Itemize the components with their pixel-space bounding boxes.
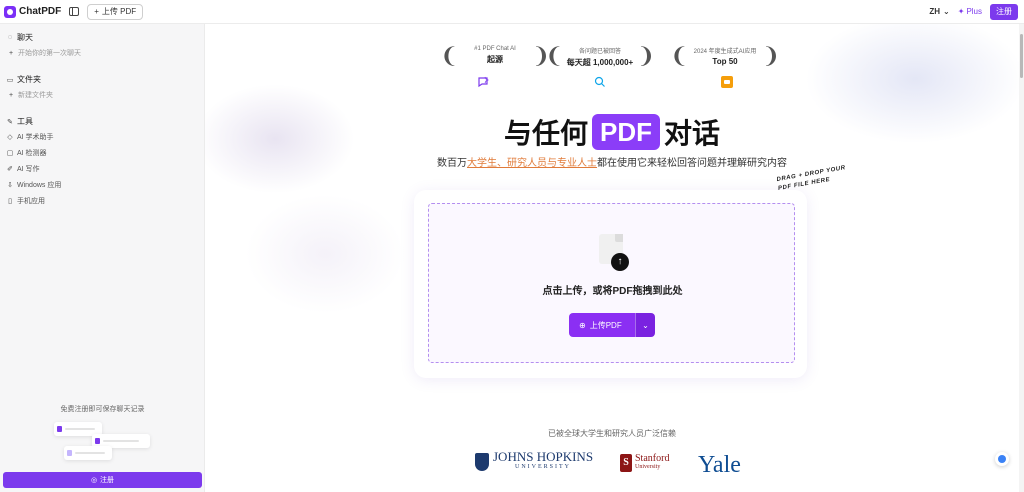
- sidebar-item-ai-detector[interactable]: ▢ AI 检测器: [6, 148, 47, 158]
- pdf-drop-zone[interactable]: ↑ 点击上传，或将PDF拖拽到此处 ⊕ 上传PDF ⌄: [428, 203, 795, 363]
- laurel-right-icon: ❩: [636, 43, 655, 68]
- sidebar-item-mobile-app[interactable]: ▯ 手机应用: [6, 196, 45, 206]
- wrench-icon: ✎: [7, 118, 13, 126]
- detector-icon: ▢: [6, 150, 14, 157]
- stanford-mark-icon: S: [620, 454, 632, 472]
- chat-history-illustration: [54, 422, 154, 462]
- upload-pdf-button[interactable]: + 上传 PDF: [87, 3, 144, 20]
- stanford-logo: S Stanford University: [620, 454, 669, 472]
- language-selector[interactable]: ZH ⌄: [929, 7, 949, 16]
- upload-options-dropdown[interactable]: ⌄: [635, 313, 655, 337]
- yale-logo: Yale: [698, 452, 741, 478]
- laurel-left-icon: ❨: [440, 43, 459, 68]
- top-bar: ChatPDF + 上传 PDF ZH ⌄ ✦ Plus 注册: [0, 0, 1024, 24]
- pen-icon: ✐: [7, 166, 13, 173]
- upload-arrow-icon: ↑: [611, 253, 629, 271]
- folder-icon: ▭: [6, 76, 14, 84]
- sidebar-item-label: AI 学术助手: [17, 134, 54, 141]
- new-chat-item[interactable]: + 开始你的第一次聊天: [7, 48, 81, 58]
- tools-title: 工具: [17, 117, 33, 126]
- page-title: 与任何 PDF 对话: [205, 112, 1019, 152]
- language-label: ZH: [929, 7, 941, 16]
- user-icon: ◎: [90, 477, 98, 484]
- sidebar: ◌ 聊天 + 开始你的第一次聊天 ▭ 文件夹 + 新建文件夹 ✎ 工具 ◇ AI…: [0, 24, 205, 492]
- johns-hopkins-logo: JOHNS HOPKINS UNIVERSITY: [475, 449, 594, 472]
- sidebar-item-label: 手机应用: [17, 198, 45, 205]
- subtitle-highlight-link[interactable]: 大学生、研究人员与专业人士: [467, 158, 597, 169]
- drop-zone-text: 点击上传，或将PDF拖拽到此处: [542, 286, 683, 297]
- download-icon: ⇩: [7, 182, 13, 189]
- upload-circle-icon: ⊕: [579, 320, 586, 330]
- title-before: 与任何: [503, 118, 588, 149]
- plus-upgrade-link[interactable]: ✦ Plus: [958, 7, 982, 16]
- main-content: ❨ #1 PDF Chat AI 起源 ❩ ❨ 各问题已被回答 每天超 1,00…: [205, 24, 1019, 492]
- subtitle-after: 都在使用它来轻松回答问题并理解研究内容: [597, 158, 787, 169]
- plus-label: Plus: [966, 7, 982, 16]
- sidebar-section-tools: ✎ 工具: [6, 116, 33, 127]
- upload-pdf-main-button[interactable]: ⊕ 上传PDF: [569, 313, 635, 337]
- toggle-sidebar-icon[interactable]: [69, 7, 80, 16]
- chat-search-icon: [594, 76, 605, 87]
- save-chat-hint: 免费注册即可保存聊天记录: [60, 406, 145, 413]
- upload-pdf-label: 上传 PDF: [101, 7, 137, 16]
- award-2: ❨ 各问题已被回答 每天超 1,000,000+ ❩: [545, 42, 655, 72]
- upload-button-label: 上传PDF: [589, 320, 622, 330]
- new-folder-item[interactable]: + 新建文件夹: [7, 90, 53, 100]
- chat-spark-icon: [478, 76, 489, 88]
- folder-title: 文件夹: [17, 75, 41, 84]
- graduation-cap-icon: ◇: [7, 134, 13, 141]
- sidebar-section-chat: ◌ 聊天: [6, 32, 33, 43]
- page-scrollbar[interactable]: [1019, 24, 1024, 492]
- plus-icon: +: [8, 49, 14, 57]
- sidebar-section-folders: ▭ 文件夹: [6, 74, 41, 85]
- help-bubble-icon: [998, 455, 1006, 463]
- stanford-name: Stanford: [635, 453, 670, 464]
- award-1: ❨ #1 PDF Chat AI 起源 ❩: [440, 42, 550, 72]
- chat-title: 聊天: [17, 33, 33, 42]
- a16z-icon: [721, 76, 733, 88]
- new-chat-label: 开始你的第一次聊天: [18, 50, 81, 57]
- chevron-down-icon: ⌄: [642, 320, 649, 330]
- register-label: 注册: [100, 477, 115, 484]
- sidebar-item-windows-app[interactable]: ⇩ Windows 应用: [6, 180, 61, 190]
- stanford-sub: University: [635, 464, 661, 470]
- sidebar-item-label: AI 检测器: [17, 150, 47, 157]
- title-pdf-pill: PDF: [592, 114, 660, 150]
- chatpdf-logo-icon: [4, 5, 16, 18]
- sidebar-item-ai-scholar[interactable]: ◇ AI 学术助手: [6, 132, 54, 142]
- page-subtitle: 数百万大学生、研究人员与专业人士都在使用它来轻松回答问题并理解研究内容: [205, 154, 1019, 169]
- sidebar-item-label: AI 写作: [17, 166, 40, 173]
- logo[interactable]: ChatPDF: [4, 5, 62, 18]
- laurel-right-icon: ❩: [761, 43, 780, 68]
- trusted-by-text: 已被全球大学生和研究人员广泛信赖: [548, 429, 676, 438]
- help-chat-button[interactable]: [995, 452, 1009, 466]
- award-3: ❨ 2024 年度生成式AI应用 Top 50 ❩: [670, 42, 780, 72]
- sparkle-icon: ✦: [957, 7, 965, 16]
- johns-hopkins-name: JOHNS HOPKINS: [493, 449, 594, 464]
- new-folder-label: 新建文件夹: [18, 92, 53, 99]
- laurel-left-icon: ❨: [545, 43, 564, 68]
- title-after: 对话: [664, 118, 721, 149]
- sidebar-item-label: Windows 应用: [17, 182, 62, 189]
- register-button-sidebar[interactable]: ◎ 注册: [3, 472, 202, 488]
- johns-hopkins-shield-icon: [475, 453, 489, 471]
- subtitle-before: 数百万: [437, 158, 467, 169]
- chevron-down-icon: ⌄: [943, 7, 950, 16]
- scrollbar-thumb[interactable]: [1020, 34, 1023, 78]
- register-button-top[interactable]: 注册: [990, 3, 1018, 20]
- laurel-left-icon: ❨: [670, 43, 689, 68]
- plus-icon: +: [8, 91, 14, 99]
- logo-text: ChatPDF: [19, 6, 62, 17]
- chat-bubble-icon: ◌: [7, 34, 13, 41]
- upload-card: ↑ 点击上传，或将PDF拖拽到此处 ⊕ 上传PDF ⌄: [414, 190, 807, 378]
- sidebar-item-ai-writer[interactable]: ✐ AI 写作: [6, 164, 40, 174]
- phone-icon: ▯: [8, 198, 12, 205]
- plus-icon: +: [94, 7, 99, 16]
- upload-button-group: ⊕ 上传PDF ⌄: [569, 313, 655, 337]
